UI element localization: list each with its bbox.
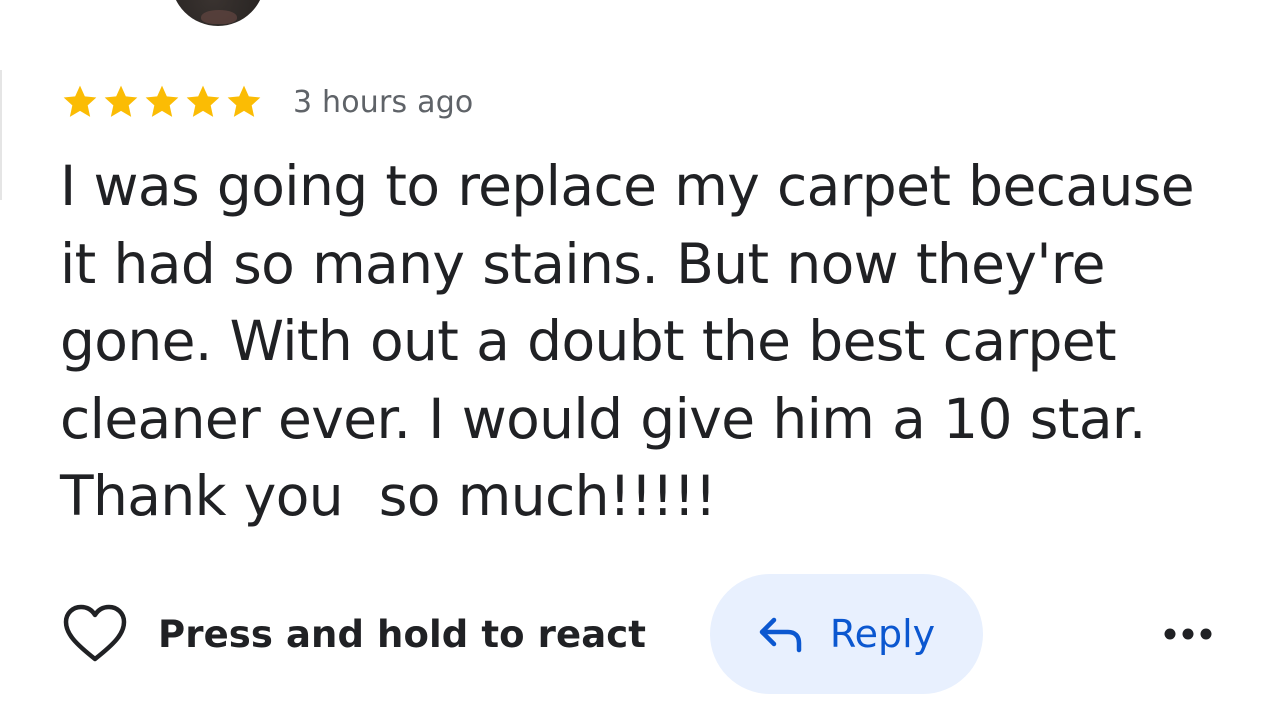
react-button[interactable]: Press and hold to react <box>62 602 646 666</box>
left-edge-divider <box>0 70 2 200</box>
star-rating <box>60 82 265 122</box>
reply-button[interactable]: Reply <box>710 574 983 694</box>
star-icon <box>186 85 220 117</box>
more-horizontal-icon <box>1164 628 1212 640</box>
star-icon <box>63 85 97 117</box>
reply-arrow-icon <box>759 617 802 653</box>
review-timestamp: 3 hours ago <box>293 84 474 120</box>
review-actions: Press and hold to react Reply <box>0 574 1284 694</box>
star-icon <box>104 85 138 117</box>
rating-row: 3 hours ago <box>60 80 474 124</box>
reply-label: Reply <box>829 612 936 656</box>
react-label: Press and hold to react <box>158 612 647 656</box>
more-options-button[interactable] <box>1160 618 1216 650</box>
review-body: I was going to replace my carpet because… <box>60 154 1212 528</box>
star-icon <box>145 85 179 117</box>
star-icon <box>227 85 261 117</box>
heart-outline-icon <box>63 604 127 662</box>
reviewer-avatar[interactable] <box>171 0 265 26</box>
